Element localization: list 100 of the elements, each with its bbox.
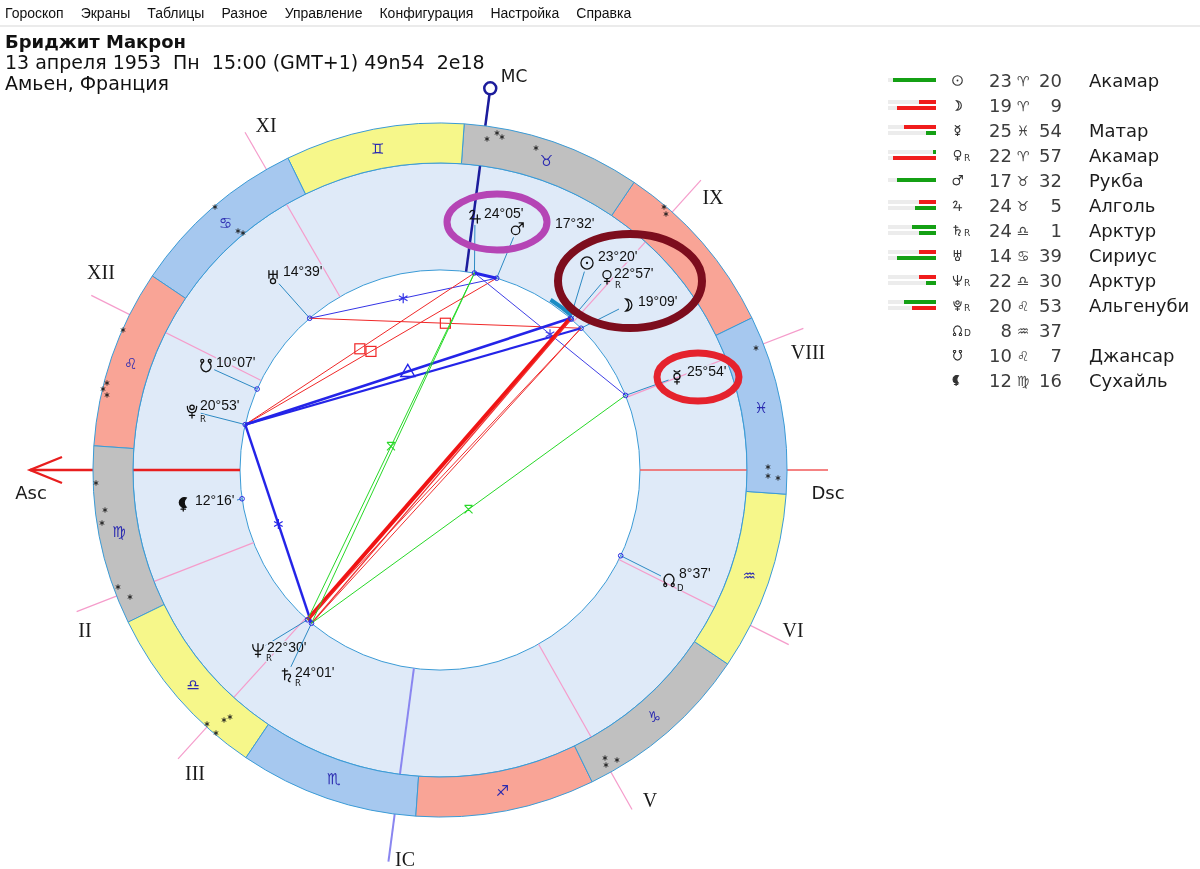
degree-label: 14°39' [283,263,323,279]
degree-label: 12°16' [195,492,235,508]
axis-label: Asc [15,481,47,503]
star-name: Матар [1089,120,1149,141]
axis-label: MC [500,66,528,86]
motion-letter: R [964,154,971,163]
asterisk-icon [120,326,126,334]
motion-letter: R [964,229,971,238]
zodiac-sign: ♒ [1016,322,1030,339]
motion-letter: R [964,304,971,313]
zodiac-sign: ♒ [742,567,756,586]
degree-value: 22 [989,145,1012,166]
asterisk-icon [661,203,669,218]
menu-item[interactable]: Конфигурация [379,4,474,21]
neptune-icon [252,642,264,658]
menu-item[interactable]: Таблицы [147,4,205,21]
north-node-icon [663,573,675,588]
birth-data: 13 апреля 1953 Пн 15:00 (GMT+1) 49n54 2e18 [5,52,485,73]
minutes-value: 20 [1039,70,1062,91]
degree-label: 17°32' [555,215,595,231]
zodiac-sign: ♉ [1016,172,1030,189]
south-node-icon [200,358,212,373]
house-number: XI [255,114,277,136]
house-number: VI [782,619,804,641]
star-name: Арктур [1089,220,1157,241]
zodiac-sign: ♉ [539,151,554,170]
axis-label: IC [395,848,415,869]
minutes-value: 30 [1039,270,1062,291]
asterisk-icon [115,583,133,601]
star-name: Альгенуби [1089,295,1190,316]
star-name: Акамар [1089,145,1160,166]
star-name: Алголь [1089,195,1156,216]
mercury-icon [952,125,963,136]
asterisk-icon [100,379,110,399]
zodiac-sign: ♌ [1016,297,1030,314]
menu-item[interactable]: Справка [576,4,632,21]
south-node-icon [952,350,963,361]
planet-pointer [622,379,670,399]
asterisk-icon [99,506,108,527]
menu-item[interactable]: Управление [284,4,363,21]
minutes-value: 32 [1039,170,1062,191]
axis-label: Dsc [811,481,845,503]
degree-label: 22°57' [614,265,654,281]
degree-value: 22 [989,270,1012,291]
asterisk-icon [93,479,99,487]
lilith-icon [178,496,187,512]
person-name: Бриджит Макрон [5,31,186,52]
menu-item[interactable]: Настройка [490,4,560,21]
zodiac-sign: ♋ [1016,247,1030,264]
degree-value: 25 [989,120,1012,141]
mars-icon [510,222,524,236]
venus-icon [952,150,963,161]
house-number: XII [87,261,115,283]
zodiac-sign: ♈ [1016,72,1030,89]
lilith-icon [952,375,963,386]
minutes-value: 39 [1039,245,1062,266]
sun-icon [580,256,594,270]
degree-label: 22°30' [267,639,307,655]
birth-place: Амьен, Франция [5,73,169,94]
menu-item[interactable]: Разное [221,4,268,21]
minutes-value: 1 [1050,220,1062,241]
menu-item[interactable]: Гороскоп [5,4,64,21]
zodiac-sign: ♎ [1016,222,1030,239]
star-name: Акамар [1089,70,1160,91]
asterisk-icon [212,203,218,211]
saturn-icon [281,667,292,683]
uranus-icon [268,269,278,285]
star-name: Рукба [1089,170,1144,191]
neptune-icon [952,275,963,286]
asterisk-icon [221,713,233,724]
degree-value: 8 [1000,320,1012,341]
motion-letter: R [200,414,206,424]
asterisk-icon [765,463,781,482]
venus-icon [602,269,612,285]
moon-icon [952,100,963,111]
zodiac-sign: ♓ [754,398,768,417]
minutes-value: 54 [1039,120,1062,141]
asterisk-icon [602,754,620,769]
degree-value: 24 [989,195,1012,216]
jupiter-icon [469,209,481,224]
minutes-value: 9 [1050,95,1062,116]
degree-label: 10°07' [216,354,256,370]
motion-letter: R [964,279,971,288]
planet-pointer [213,369,260,392]
mars-icon [952,175,963,186]
asterisk-icon [235,227,246,237]
asterisk-icon [484,129,505,143]
zodiac-sign: ♏ [326,770,341,789]
zodiac-sign: ♎ [1016,272,1030,289]
degree-value: 14 [989,245,1012,266]
star-name: Джансар [1089,345,1175,366]
house-number: V [642,789,658,811]
house-number: III [185,762,205,784]
zodiac-sign: ♋ [218,214,233,233]
star-name: Сириус [1089,245,1157,266]
zodiac-sign: ♈ [1016,147,1030,164]
degree-label: 20°53' [200,397,240,413]
sun-icon [952,75,963,86]
zodiac-sign: ♌ [124,354,138,373]
menu-item[interactable]: Экраны [80,4,131,21]
